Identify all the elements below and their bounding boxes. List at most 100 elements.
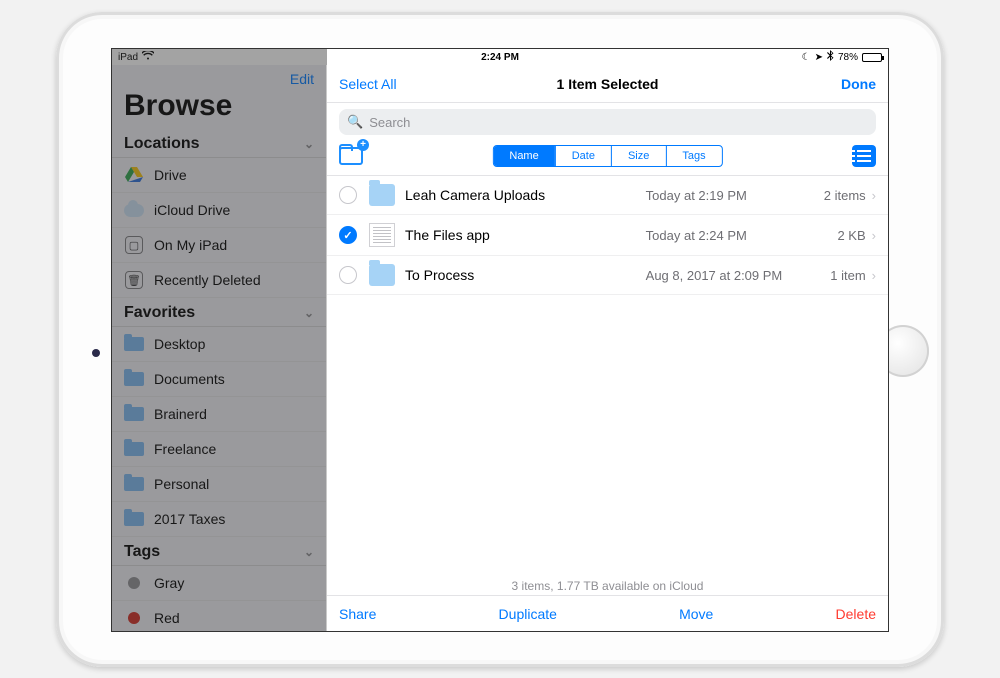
sidebar-item-brainerd[interactable]: Brainerd bbox=[112, 397, 326, 432]
selection-title: 1 Item Selected bbox=[557, 76, 659, 92]
action-bar: Share Duplicate Move Delete bbox=[327, 595, 888, 631]
file-date: Today at 2:24 PM bbox=[646, 228, 806, 243]
search-icon: 🔍 bbox=[347, 114, 363, 130]
file-name: The Files app bbox=[405, 227, 646, 243]
sidebar-item-label: iCloud Drive bbox=[154, 202, 230, 218]
sidebar-item-recently-deleted[interactable]: 🗑 Recently Deleted bbox=[112, 263, 326, 298]
chevron-down-icon: ⌄ bbox=[304, 137, 314, 151]
file-detail: 2 KB bbox=[806, 228, 866, 243]
toolbar: Name Date Size Tags bbox=[327, 141, 888, 176]
sidebar-tag-gray[interactable]: Gray bbox=[112, 566, 326, 601]
sidebar-item-documents[interactable]: Documents bbox=[112, 362, 326, 397]
file-date: Today at 2:19 PM bbox=[646, 188, 806, 203]
trash-icon: 🗑 bbox=[124, 270, 144, 290]
file-row[interactable]: Leah Camera Uploads Today at 2:19 PM 2 i… bbox=[327, 176, 888, 215]
sidebar-tag-red[interactable]: Red bbox=[112, 601, 326, 632]
sort-segmented-control[interactable]: Name Date Size Tags bbox=[492, 145, 722, 167]
device-icon: ▢ bbox=[124, 235, 144, 255]
list-view-toggle[interactable] bbox=[852, 145, 876, 167]
sidebar-item-freelance[interactable]: Freelance bbox=[112, 432, 326, 467]
sidebar-item-label: Gray bbox=[154, 575, 184, 591]
file-row[interactable]: To Process Aug 8, 2017 at 2:09 PM 1 item… bbox=[327, 256, 888, 295]
sidebar: Edit Browse Locations ⌄ Drive bbox=[112, 65, 327, 631]
duplicate-button[interactable]: Duplicate bbox=[499, 606, 557, 622]
sidebar-item-label: Personal bbox=[154, 476, 209, 492]
ipad-screen: iPad 2:24 PM ☾ ➤ 78% bbox=[111, 48, 889, 632]
carrier-label: iPad bbox=[118, 52, 138, 63]
chevron-right-icon: › bbox=[872, 268, 876, 283]
sort-date[interactable]: Date bbox=[555, 146, 611, 166]
sort-size[interactable]: Size bbox=[611, 146, 665, 166]
sidebar-item-label: 2017 Taxes bbox=[154, 511, 225, 527]
sidebar-item-label: Brainerd bbox=[154, 406, 207, 422]
main-pane: Select All 1 Item Selected Done 🔍 Search… bbox=[327, 65, 888, 631]
sidebar-item-label: On My iPad bbox=[154, 237, 227, 253]
tag-dot-icon bbox=[124, 573, 144, 593]
file-detail: 2 items bbox=[806, 188, 866, 203]
folder-icon bbox=[124, 369, 144, 389]
file-list: Leah Camera Uploads Today at 2:19 PM 2 i… bbox=[327, 176, 888, 577]
select-circle[interactable] bbox=[339, 266, 357, 284]
done-button[interactable]: Done bbox=[841, 76, 876, 92]
sidebar-item-personal[interactable]: Personal bbox=[112, 467, 326, 502]
sidebar-section-tags[interactable]: Tags ⌄ bbox=[112, 537, 326, 566]
folder-icon bbox=[124, 334, 144, 354]
sidebar-section-locations[interactable]: Locations ⌄ bbox=[112, 129, 326, 158]
sidebar-item-label: Freelance bbox=[154, 441, 216, 457]
status-time: 2:24 PM bbox=[481, 52, 519, 63]
ipad-device-frame: iPad 2:24 PM ☾ ➤ 78% bbox=[56, 12, 944, 667]
sidebar-item-label: Drive bbox=[154, 167, 187, 183]
status-bar: iPad 2:24 PM ☾ ➤ 78% bbox=[112, 49, 888, 65]
icloud-icon bbox=[124, 200, 144, 220]
move-button[interactable]: Move bbox=[679, 606, 713, 622]
tags-label: Tags bbox=[124, 543, 160, 561]
search-input[interactable]: 🔍 Search bbox=[339, 109, 876, 135]
battery-pct: 78% bbox=[838, 52, 858, 63]
share-button[interactable]: Share bbox=[339, 606, 376, 622]
sidebar-item-on-my-ipad[interactable]: ▢ On My iPad bbox=[112, 228, 326, 263]
wifi-icon bbox=[142, 51, 154, 63]
locations-label: Locations bbox=[124, 135, 200, 153]
file-row[interactable]: The Files app Today at 2:24 PM 2 KB › bbox=[327, 215, 888, 256]
select-circle-checked[interactable] bbox=[339, 226, 357, 244]
sidebar-item-icloud[interactable]: iCloud Drive bbox=[112, 193, 326, 228]
sidebar-item-label: Red bbox=[154, 610, 180, 626]
delete-button[interactable]: Delete bbox=[836, 606, 876, 622]
sidebar-item-label: Documents bbox=[154, 371, 225, 387]
file-detail: 1 item bbox=[806, 268, 866, 283]
select-all-button[interactable]: Select All bbox=[339, 76, 397, 92]
sidebar-title: Browse bbox=[112, 89, 326, 129]
sort-name[interactable]: Name bbox=[493, 146, 554, 166]
sidebar-item-label: Recently Deleted bbox=[154, 272, 261, 288]
document-icon bbox=[369, 223, 395, 247]
sidebar-section-favorites[interactable]: Favorites ⌄ bbox=[112, 298, 326, 327]
battery-icon bbox=[862, 53, 882, 62]
bluetooth-icon bbox=[827, 50, 834, 64]
edit-button[interactable]: Edit bbox=[290, 71, 314, 87]
select-circle[interactable] bbox=[339, 186, 357, 204]
folder-icon bbox=[124, 509, 144, 529]
chevron-down-icon: ⌄ bbox=[304, 306, 314, 320]
folder-icon bbox=[124, 474, 144, 494]
sidebar-item-drive[interactable]: Drive bbox=[112, 158, 326, 193]
search-placeholder: Search bbox=[369, 115, 410, 130]
tag-dot-icon bbox=[124, 608, 144, 628]
folder-icon bbox=[369, 184, 395, 206]
footer-status: 3 items, 1.77 TB available on iCloud bbox=[327, 577, 888, 595]
folder-icon bbox=[124, 439, 144, 459]
main-header: Select All 1 Item Selected Done bbox=[327, 65, 888, 103]
front-camera-dot bbox=[92, 349, 100, 357]
sidebar-item-label: Desktop bbox=[154, 336, 205, 352]
sort-tags[interactable]: Tags bbox=[665, 146, 721, 166]
new-folder-button[interactable] bbox=[339, 147, 363, 165]
sidebar-item-desktop[interactable]: Desktop bbox=[112, 327, 326, 362]
sidebar-item-2017-taxes[interactable]: 2017 Taxes bbox=[112, 502, 326, 537]
file-name: Leah Camera Uploads bbox=[405, 187, 646, 203]
google-drive-icon bbox=[124, 165, 144, 185]
folder-icon bbox=[369, 264, 395, 286]
chevron-right-icon: › bbox=[872, 188, 876, 203]
chevron-down-icon: ⌄ bbox=[304, 545, 314, 559]
dnd-moon-icon: ☾ bbox=[802, 52, 811, 63]
file-date: Aug 8, 2017 at 2:09 PM bbox=[646, 268, 806, 283]
file-name: To Process bbox=[405, 267, 646, 283]
